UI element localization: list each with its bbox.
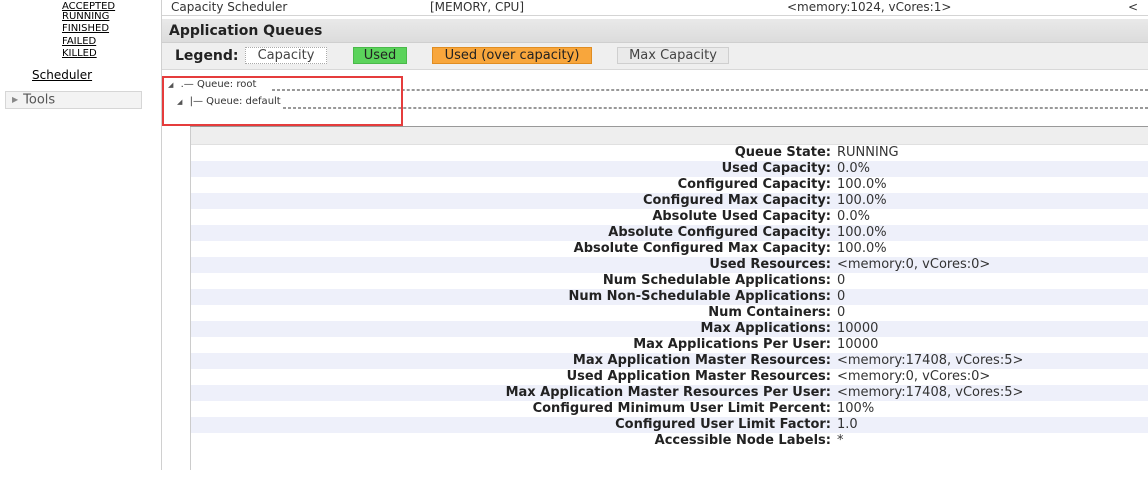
detail-row: Absolute Used Capacity: 0.0% [191,209,1148,225]
detail-value: 100.0% [837,193,887,208]
legend-used-over-capacity: Used (over capacity) [432,47,592,64]
detail-value: RUNNING [837,145,899,160]
detail-header-bar [190,127,1148,145]
detail-value: 0 [837,305,846,320]
detail-row: Num Non-Schedulable Applications: 0 [191,289,1148,305]
detail-label: Configured Minimum User Limit Percent: [532,401,831,416]
detail-value: 0 [837,289,846,304]
scheduler-truncated-value: < [1128,0,1139,14]
detail-value: 1.0 [837,417,858,432]
detail-label: Configured Max Capacity: [642,193,831,208]
detail-row: Used Capacity: 0.0% [191,161,1148,177]
detail-value: 100.0% [837,177,887,192]
detail-value: * [837,433,844,448]
detail-label: Absolute Configured Capacity: [608,225,831,240]
detail-row: Max Applications: 10000 [191,321,1148,337]
detail-row: Max Application Master Resources: <memory… [191,353,1148,369]
scheduler-resource-types: [MEMORY, CPU] [430,0,525,14]
left-nav: ACCEPTED RUNNING FINISHED FAILED KILLED … [0,0,150,478]
detail-label: Absolute Configured Max Capacity: [573,241,831,256]
queue-default-capacity-bar[interactable] [283,107,1148,109]
legend-row: Legend: Capacity Used Used (over capacit… [162,43,1148,70]
detail-label: Queue State: [734,145,831,160]
detail-row: Configured Capacity: 100.0% [191,177,1148,193]
detail-label: Num Non-Schedulable Applications: [568,289,831,304]
detail-row: Absolute Configured Capacity: 100.0% [191,225,1148,241]
detail-label: Configured Capacity: [677,177,831,192]
content-divider [161,0,162,470]
queue-details-table: Queue State: RUNNING Used Capacity: 0.0% Con… [191,145,1148,449]
detail-value: <memory:17408, vCores:5> [837,353,1024,368]
detail-label: Num Containers: [708,305,831,320]
scheduler-summary-row: Capacity Scheduler [MEMORY, CPU] <memory… [162,0,1148,16]
detail-label: Accessible Node Labels: [654,433,831,448]
detail-row: Num Containers: 0 [191,305,1148,321]
detail-row: Queue State: RUNNING [191,145,1148,161]
queue-root-capacity-bar[interactable] [272,89,1148,91]
detail-label: Num Schedulable Applications: [602,273,831,288]
detail-value: 0.0% [837,209,871,224]
scheduler-type: Capacity Scheduler [171,0,288,14]
detail-label: Used Capacity: [721,161,831,176]
application-queues-header: Application Queues [162,19,1148,43]
detail-value: <memory:0, vCores:0> [837,369,991,384]
detail-row: Configured Max Capacity: 100.0% [191,193,1148,209]
detail-label: Max Applications: [700,321,831,336]
tools-label: Tools [23,92,56,108]
detail-label: Used Application Master Resources: [566,369,831,384]
detail-row: Accessible Node Labels: * [191,433,1148,449]
detail-label: Max Application Master Resources: [572,353,831,368]
legend-used: Used [353,47,407,64]
nav-link-killed[interactable]: KILLED [62,49,97,59]
scheduler-min-allocation: <memory:1024, vCores:1> [787,0,952,14]
legend-capacity: Capacity [245,47,327,64]
detail-row: Max Application Master Resources Per Use… [191,385,1148,401]
detail-value: 100.0% [837,225,887,240]
nav-link-running[interactable]: RUNNING [62,12,109,22]
detail-value: <memory:0, vCores:0> [837,257,991,272]
annotation-highlight-box [162,76,403,126]
detail-row: Max Applications Per User: 10000 [191,337,1148,353]
detail-label: Max Applications Per User: [633,337,831,352]
detail-row: Used Resources: <memory:0, vCores:0> [191,257,1148,273]
detail-row: Absolute Configured Max Capacity: 100.0% [191,241,1148,257]
detail-label: Absolute Used Capacity: [652,209,831,224]
detail-value: 100.0% [837,241,887,256]
detail-value: 10000 [837,321,879,336]
detail-label: Configured User Limit Factor: [615,417,831,432]
nav-link-finished[interactable]: FINISHED [62,24,109,34]
detail-row: Configured Minimum User Limit Percent: 10… [191,401,1148,417]
detail-label: Used Resources: [709,257,831,272]
detail-value: 10000 [837,337,879,352]
detail-row: Used Application Master Resources: <memor… [191,369,1148,385]
detail-value: <memory:17408, vCores:5> [837,385,1024,400]
legend-label: Legend: [175,48,239,64]
detail-row: Configured User Limit Factor: 1.0 [191,417,1148,433]
nav-link-failed[interactable]: FAILED [62,37,96,47]
legend-max-capacity: Max Capacity [617,47,729,64]
tools-section[interactable]: ▶ Tools [5,91,142,109]
detail-row: Num Schedulable Applications: 0 [191,273,1148,289]
detail-value: 0.0% [837,161,871,176]
detail-label: Max Application Master Resources Per Use… [505,385,831,400]
triangle-right-icon: ▶ [12,95,19,104]
detail-value: 0 [837,273,846,288]
detail-value: 100% [837,401,875,416]
nav-link-scheduler[interactable]: Scheduler [32,68,92,82]
